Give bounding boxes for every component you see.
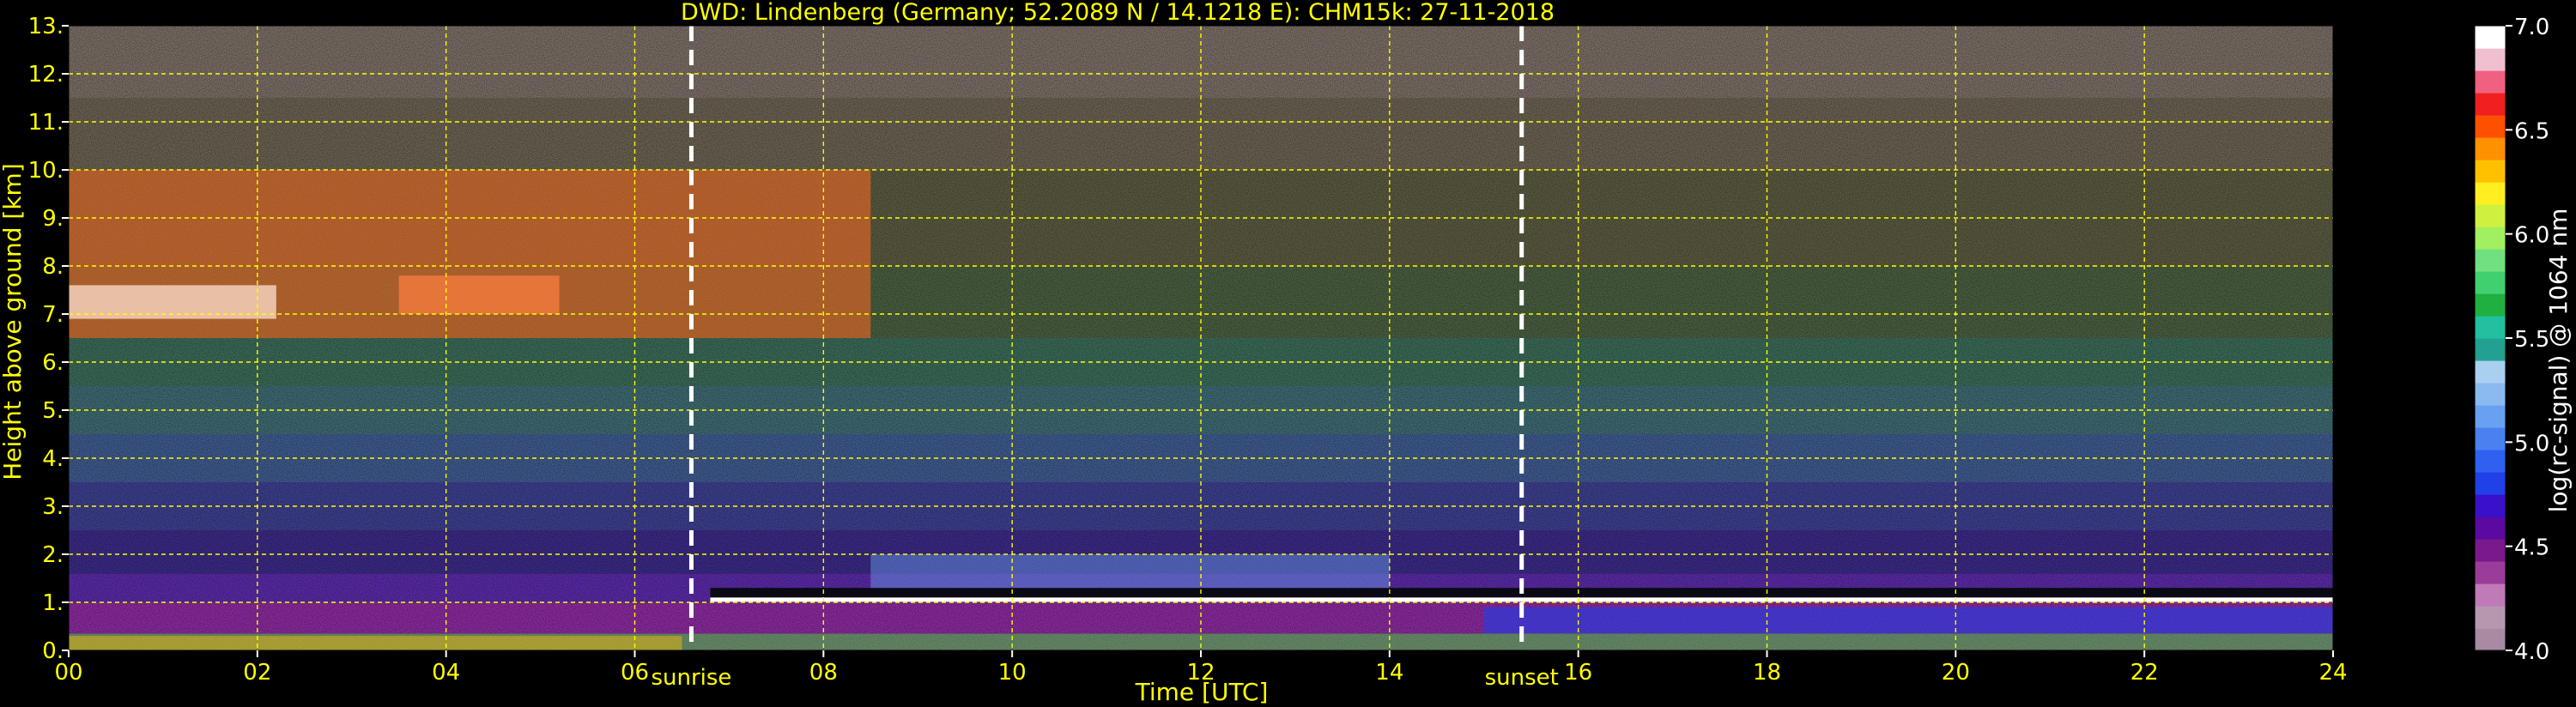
colorbar-segment xyxy=(2475,383,2506,406)
x-tick-label: 04 xyxy=(432,660,460,686)
y-axis-ticks: 0. 1. 2. 3. 4. 5. 6. 7. 8. 9. 10. 11. 12. 13. xyxy=(28,14,69,664)
boundary-layer-edge xyxy=(710,597,2333,602)
x-tick-label: 02 xyxy=(243,660,271,686)
colorbar-label: log(rc-signal) @ 1064 nm xyxy=(2544,208,2573,513)
colorbar-segment xyxy=(2475,360,2506,384)
colorbar-segment xyxy=(2475,561,2506,584)
x-tick-label: 24 xyxy=(2318,660,2347,686)
x-tick-label: 14 xyxy=(1375,660,1403,686)
colorbar-segment xyxy=(2475,204,2506,227)
evening-aerosol xyxy=(1483,607,2333,634)
colorbar-segment xyxy=(2475,293,2506,317)
colorbar-segment xyxy=(2475,494,2506,517)
y-tick-label: 1. xyxy=(42,590,64,616)
colorbar-segment xyxy=(2475,405,2506,428)
colorbar-segment xyxy=(2475,249,2506,272)
colorbar-ticks: 4.04.55.05.56.06.57.0 xyxy=(2506,15,2549,665)
x-tick-label: 22 xyxy=(2131,660,2159,686)
y-tick-label: 2. xyxy=(42,542,64,568)
x-tick-label: 20 xyxy=(1942,660,1970,686)
x-tick-label: 18 xyxy=(1753,660,1781,686)
y-tick-label: 8. xyxy=(42,254,64,280)
colorbar-segment xyxy=(2475,338,2506,361)
y-tick-label: 9. xyxy=(42,206,64,232)
x-tick-label: 08 xyxy=(809,660,838,686)
lidar-backscatter-chart: sunrise sunset 00 02 04 06 08 10 12 14 16 18 20 22 24… xyxy=(0,0,2573,706)
sunrise-label: sunrise xyxy=(651,665,731,691)
x-tick-label: 06 xyxy=(621,660,649,686)
colorbar-segment xyxy=(2475,137,2506,160)
surface-warm-band xyxy=(69,636,682,650)
sunset-label: sunset xyxy=(1485,665,1559,691)
cirrus-patch xyxy=(398,275,560,314)
colorbar-segment xyxy=(2475,583,2506,607)
colorbar-segment xyxy=(2475,182,2506,205)
colorbar-segment xyxy=(2475,48,2506,71)
y-tick-label: 10. xyxy=(28,158,64,184)
colorbar-segment xyxy=(2475,227,2506,250)
colorbar-tick-label: 4.5 xyxy=(2514,535,2549,561)
y-tick-label: 0. xyxy=(42,638,64,664)
colorbar-segment xyxy=(2475,70,2506,94)
colorbar-tick-label: 7.0 xyxy=(2514,15,2549,40)
colorbar-segment xyxy=(2475,517,2506,540)
y-tick-label: 3. xyxy=(42,494,64,520)
colorbar-segment xyxy=(2475,93,2506,116)
colorbar-tick-label: 6.5 xyxy=(2514,118,2549,144)
y-tick-label: 7. xyxy=(42,302,64,328)
y-tick-label: 4. xyxy=(42,446,64,472)
x-tick-label: 10 xyxy=(998,660,1027,686)
colorbar-segment xyxy=(2475,450,2506,473)
colorbar-segment xyxy=(2475,316,2506,339)
colorbar xyxy=(2474,25,2506,651)
colorbar-segment xyxy=(2475,26,2506,49)
colorbar-tick-label: 4.0 xyxy=(2514,639,2549,665)
y-tick-label: 6. xyxy=(42,350,64,376)
y-tick-label: 11. xyxy=(28,110,64,136)
x-axis-label: Time [UTC] xyxy=(1135,678,1269,706)
blue-layer xyxy=(870,554,1390,589)
y-tick-label: 13. xyxy=(28,14,64,39)
y-tick-label: 12. xyxy=(28,62,64,88)
colorbar-segment xyxy=(2475,628,2506,651)
colorbar-segment xyxy=(2475,160,2506,183)
colorbar-segment xyxy=(2475,427,2506,450)
colorbar-segment xyxy=(2475,271,2506,294)
colorbar-segment xyxy=(2475,606,2506,629)
colorbar-segment xyxy=(2475,539,2506,562)
colorbar-segment xyxy=(2475,115,2506,138)
x-tick-label: 16 xyxy=(1564,660,1592,686)
y-axis-label: Height above ground [km] xyxy=(0,163,27,480)
y-tick-label: 5. xyxy=(42,398,64,424)
chart-title: DWD: Lindenberg (Germany; 52.2089 N / 14… xyxy=(681,0,1555,26)
colorbar-segment xyxy=(2475,472,2506,495)
